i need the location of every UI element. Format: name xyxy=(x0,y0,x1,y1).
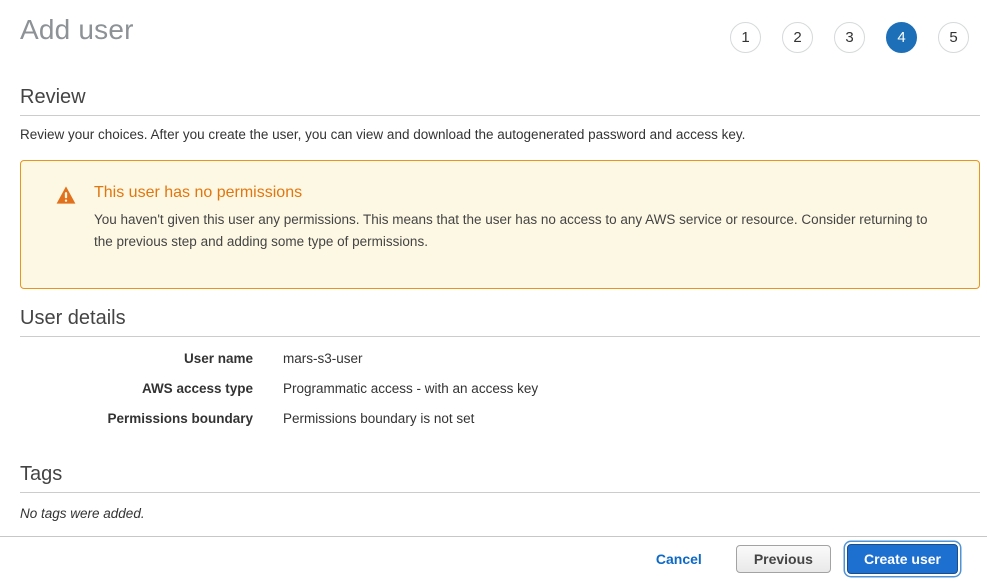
wizard-header: Add user 12345 xyxy=(0,0,987,62)
previous-button[interactable]: Previous xyxy=(736,545,831,573)
create-user-button[interactable]: Create user xyxy=(847,544,958,574)
step-circle-2: 2 xyxy=(782,22,813,53)
wizard-footer: Cancel Previous Create user xyxy=(0,536,987,581)
warning-triangle-icon xyxy=(56,186,76,204)
detail-label: AWS access type xyxy=(20,381,253,396)
step-circle-1: 1 xyxy=(730,22,761,53)
review-section-heading: Review xyxy=(20,86,980,116)
tags-section-heading: Tags xyxy=(20,463,980,493)
cancel-link[interactable]: Cancel xyxy=(656,551,702,567)
review-page-content: Review Review your choices. After you cr… xyxy=(20,86,980,521)
no-permissions-warning-box: This user has no permissions You haven't… xyxy=(20,160,980,289)
detail-value: mars-s3-user xyxy=(283,351,980,366)
step-circle-4-active: 4 xyxy=(886,22,917,53)
detail-label: User name xyxy=(20,351,253,366)
warning-body: You haven't given this user any permissi… xyxy=(94,209,944,252)
user-details-section-heading: User details xyxy=(20,307,980,337)
tags-empty-message: No tags were added. xyxy=(20,506,980,521)
detail-row: Permissions boundary Permissions boundary… xyxy=(20,403,980,433)
detail-value: Programmatic access - with an access key xyxy=(283,381,980,396)
warning-title: This user has no permissions xyxy=(94,184,944,202)
warning-text: This user has no permissions You haven't… xyxy=(94,184,944,252)
step-circle-3: 3 xyxy=(834,22,865,53)
step-circle-5: 5 xyxy=(938,22,969,53)
detail-row: AWS access type Programmatic access - wit… xyxy=(20,373,980,403)
review-description: Review your choices. After you create th… xyxy=(20,127,980,142)
step-indicator: 12345 xyxy=(730,22,969,53)
detail-label: Permissions boundary xyxy=(20,411,253,426)
user-details-rows: User name mars-s3-user AWS access type Prog… xyxy=(20,343,980,433)
detail-value: Permissions boundary is not set xyxy=(283,411,980,426)
detail-row: User name mars-s3-user xyxy=(20,343,980,373)
